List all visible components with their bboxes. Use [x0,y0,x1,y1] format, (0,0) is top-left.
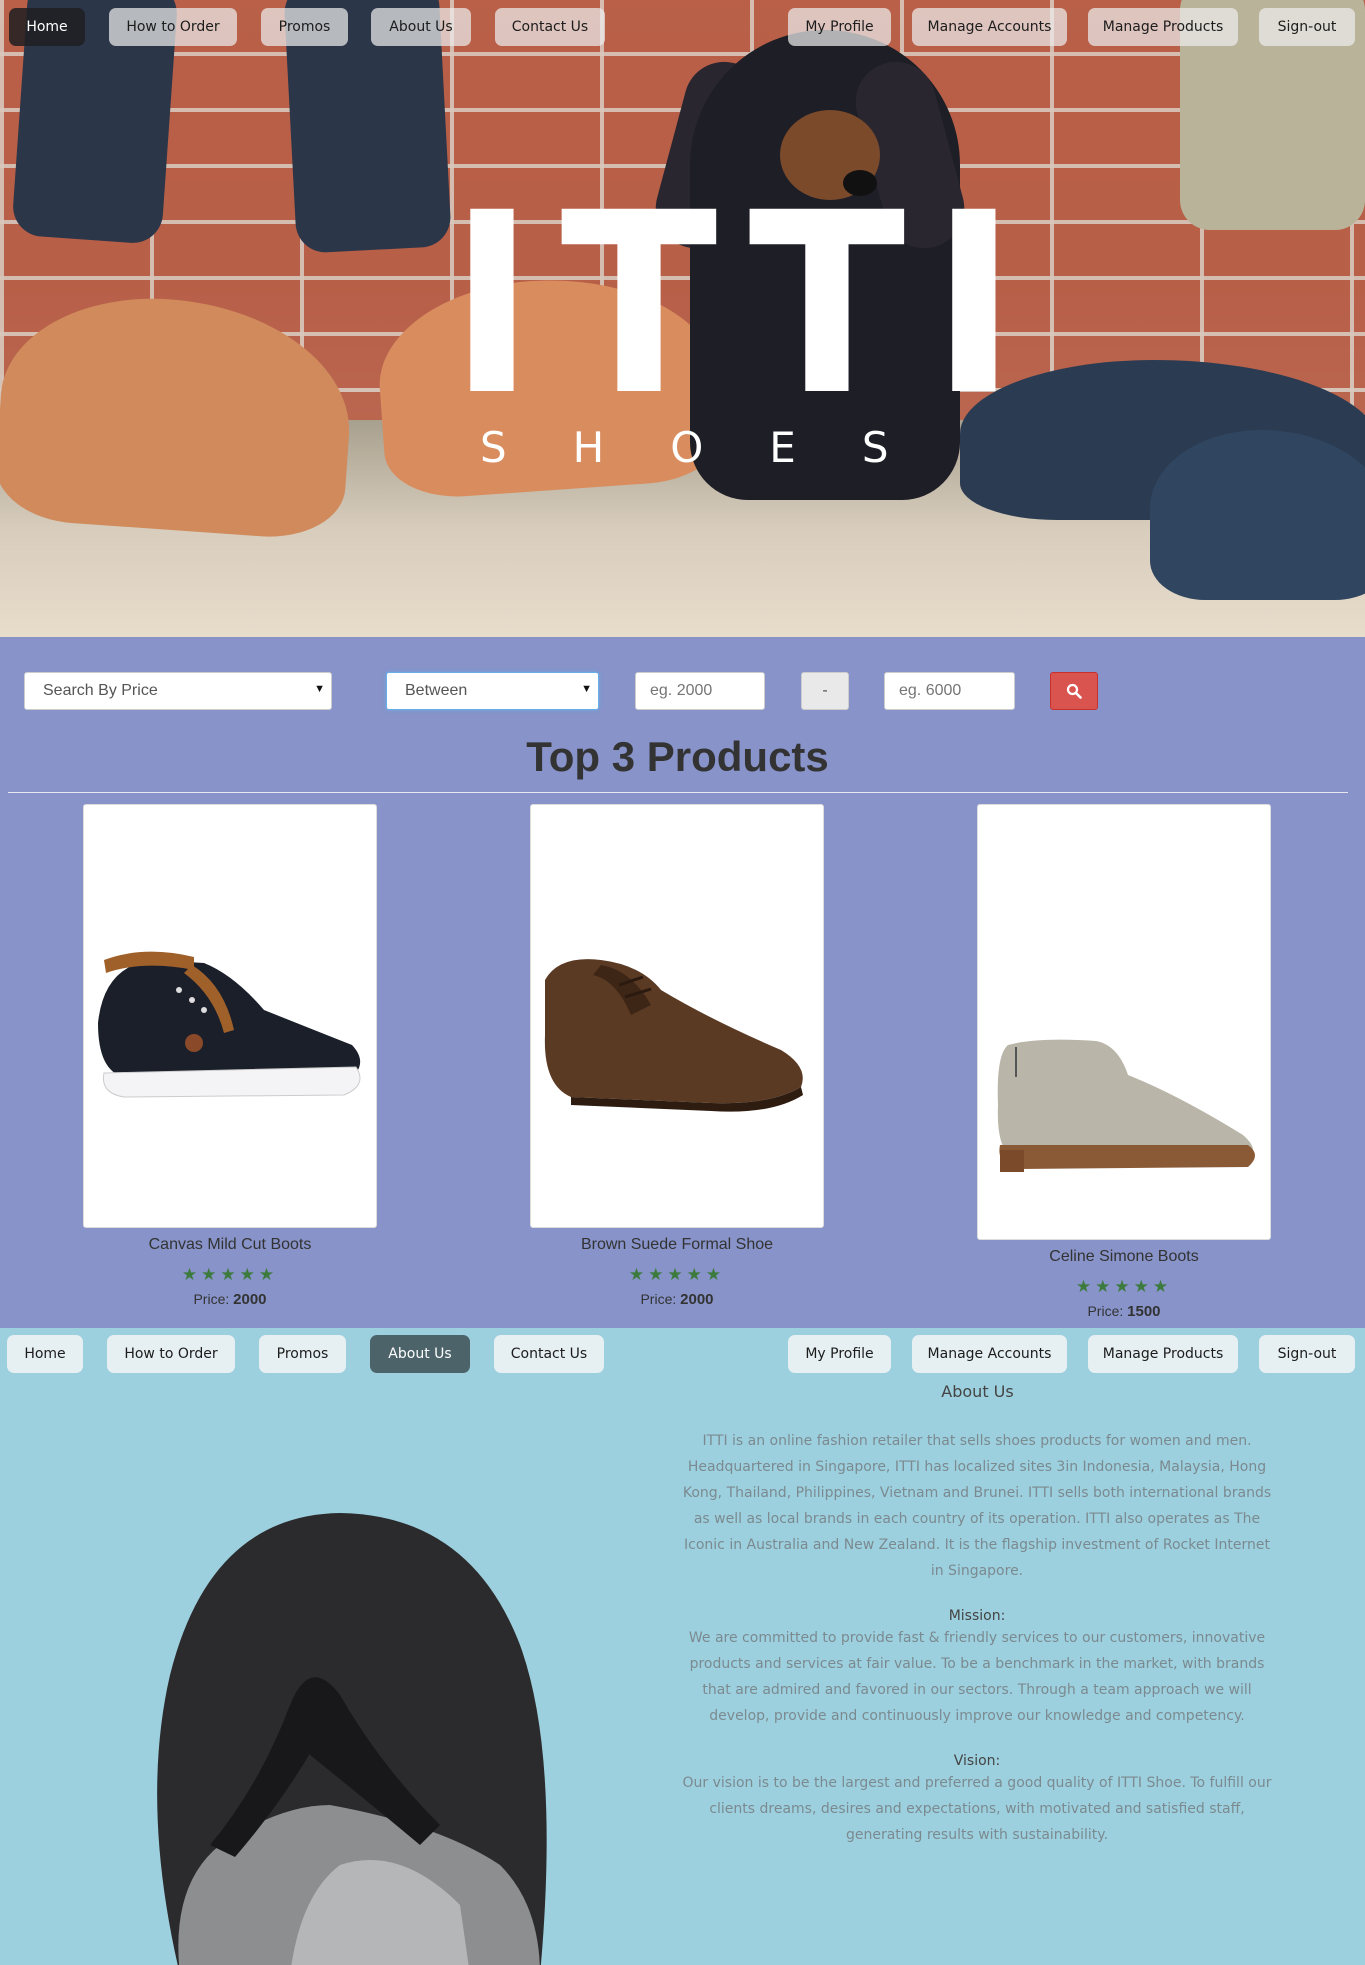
nav-contact-us-button[interactable]: Contact Us [495,8,605,46]
price-label: Price: [640,1291,677,1307]
section-title: Top 3 Products [526,733,829,780]
products-section: Search By Price ▼ Between ▼ - Top 3 Prod… [0,637,1365,1328]
price-label: Price: [1087,1303,1124,1319]
caret-down-icon: ▼ [581,683,592,695]
search-icon [1066,683,1082,699]
brand-logo-main: ITTI [449,159,1043,450]
mission-heading: Mission: [948,1608,1006,1624]
product-price: Price: 1500 [977,1303,1271,1320]
navy-loafer-front [1150,430,1365,600]
star-icon: ★ [667,1265,687,1285]
star-icon: ★ [1114,1277,1134,1297]
product-name[interactable]: Celine Simone Boots [977,1248,1271,1266]
search-button[interactable] [1050,672,1098,710]
nav-manage-accounts-button[interactable]: Manage Accounts [912,1335,1067,1373]
nav-my-profile-button[interactable]: My Profile [788,8,891,46]
top-navbar: Home How to Order Promos About Us Contac… [0,8,1365,48]
price-label: Price: [193,1291,230,1307]
suede-shoe-image [544,959,803,1112]
range-separator: - [801,672,849,710]
product-price: Price: 2000 [83,1291,377,1308]
star-icon: ★ [1152,1277,1173,1297]
about-title: About Us [941,1382,1014,1401]
product-card[interactable]: Brown Suede Formal Shoe ★★★★★ Price: 200… [530,804,824,1314]
star-icon: ★ [1133,1277,1153,1297]
nav-promos-button[interactable]: Promos [261,8,348,46]
star-icon: ★ [686,1265,706,1285]
search-filter-value: Search By Price [43,682,158,699]
star-icon: ★ [1075,1277,1096,1297]
product-card[interactable]: Celine Simone Boots ★★★★★ Price: 1500 [977,804,1271,1326]
canvas-boot-image [98,951,361,1098]
nav-sign-out-button[interactable]: Sign-out [1259,8,1355,46]
rating-stars: ★★★★★ [530,1265,824,1285]
product-image[interactable] [530,804,824,1228]
nav-my-profile-button[interactable]: My Profile [788,1335,891,1373]
max-price-input[interactable] [884,672,1015,710]
product-card[interactable]: Canvas Mild Cut Boots ★★★★★ Price: 2000 [83,804,377,1314]
product-price: Price: 2000 [530,1291,824,1308]
search-mode-value: Between [405,682,468,699]
nav-manage-products-button[interactable]: Manage Products [1088,8,1238,46]
nav-manage-accounts-button[interactable]: Manage Accounts [912,8,1067,46]
flip-flop-image [157,1513,547,1965]
star-icon: ★ [705,1265,726,1285]
nav-contact-us-button[interactable]: Contact Us [494,1335,604,1373]
nav-about-us-button[interactable]: About Us [370,1335,470,1373]
min-price-input[interactable] [635,672,765,710]
product-name[interactable]: Canvas Mild Cut Boots [83,1236,377,1254]
brand-logo: ITTI SHOES [430,159,1043,473]
nav-promos-button[interactable]: Promos [259,1335,346,1373]
star-icon: ★ [239,1265,259,1285]
vision-heading: Vision: [953,1753,1001,1769]
search-filter-select[interactable]: Search By Price ▼ [24,672,332,710]
nav-how-to-order-button[interactable]: How to Order [107,1335,235,1373]
celine-boot-image [997,1039,1255,1172]
star-icon: ★ [220,1265,240,1285]
search-mode-select[interactable]: Between ▼ [386,672,599,710]
nav-home-button[interactable]: Home [7,1335,83,1373]
nav-about-us-button[interactable]: About Us [371,8,471,46]
product-image[interactable] [83,804,377,1228]
star-icon: ★ [628,1265,649,1285]
star-icon: ★ [181,1265,202,1285]
star-icon: ★ [258,1265,279,1285]
nav-sign-out-button[interactable]: Sign-out [1259,1335,1355,1373]
about-navbar: Home How to Order Promos About Us Contac… [0,1335,1365,1375]
rating-stars: ★★★★★ [977,1277,1271,1297]
nav-manage-products-button[interactable]: Manage Products [1088,1335,1238,1373]
caret-down-icon: ▼ [314,683,325,695]
hero-banner: ITTI SHOES [0,0,1365,637]
price-value: 1500 [1127,1303,1161,1320]
star-icon: ★ [201,1265,221,1285]
nav-how-to-order-button[interactable]: How to Order [109,8,237,46]
star-icon: ★ [1095,1277,1115,1297]
product-name[interactable]: Brown Suede Formal Shoe [530,1236,824,1254]
mission-text: We are committed to provide fast & frien… [688,1630,1266,1724]
nav-home-button[interactable]: Home [9,8,85,46]
product-image[interactable] [977,804,1271,1240]
rating-stars: ★★★★★ [83,1265,377,1285]
title-divider [8,792,1348,793]
price-value: 2000 [680,1291,714,1308]
price-value: 2000 [233,1291,267,1308]
vision-text: Our vision is to be the largest and pref… [682,1775,1272,1843]
star-icon: ★ [648,1265,668,1285]
about-intro: ITTI is an online fashion retailer that … [682,1433,1272,1579]
